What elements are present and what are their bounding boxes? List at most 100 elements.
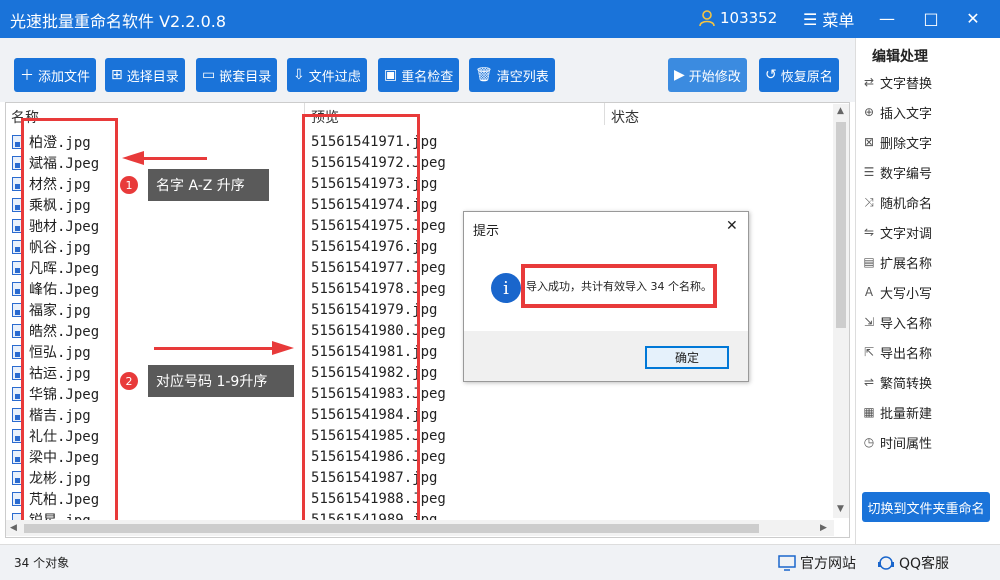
sidebar-item-label: 数字编号 xyxy=(880,166,933,182)
edit-sidebar: 编辑处理 ⇄ 文字替换 ⊕ 插入文字 ⊠ 删除文字 ☰ 数字编号 ⤨ 随机命名 ⇋ 文字对调 ▤ 扩展名称… xyxy=(855,38,1000,544)
arrow-line xyxy=(154,347,274,350)
object-count: 34 个对象 xyxy=(14,556,70,570)
annotation-badge: 2 xyxy=(120,372,138,390)
clear-list-button[interactable]: 🗑 清空列表 xyxy=(469,58,555,92)
rename-check-button[interactable]: ▣ 重名检查 xyxy=(378,58,460,92)
sidebar-item[interactable]: ⊠ 删除文字 xyxy=(862,131,932,153)
sidebar-item-label: 批量新建 xyxy=(880,406,933,422)
import-icon: ⇲ xyxy=(863,315,875,329)
add-file-button[interactable]: ＋ 添加文件 xyxy=(14,58,97,92)
user-id: 103352 xyxy=(720,9,778,27)
arrow-line xyxy=(142,157,207,160)
replace-icon: ⇄ xyxy=(863,75,875,89)
ok-button[interactable]: 确定 xyxy=(645,346,729,369)
window-title: 光速批量重命名软件 V2.2.0.8 xyxy=(10,12,227,31)
vertical-scrollbar[interactable]: ▲ ▼ xyxy=(833,104,849,518)
sidebar-item[interactable]: ⊕ 插入文字 xyxy=(862,101,932,123)
menu-label: 菜单 xyxy=(822,11,855,30)
clear-list-label: 清空列表 xyxy=(496,69,549,85)
scroll-left-icon[interactable]: ◀ xyxy=(10,523,17,533)
undo-icon: ↺ xyxy=(765,67,777,83)
preview-column-highlight xyxy=(302,114,420,528)
sidebar-item[interactable]: ⇲ 导入名称 xyxy=(862,311,932,333)
file-filter-button[interactable]: ⇩ 文件过虑 xyxy=(287,58,367,92)
scroll-right-icon[interactable]: ▶ xyxy=(820,523,827,533)
nested-dir-button[interactable]: ▭ 嵌套目录 xyxy=(196,58,278,92)
horizontal-scrollbar[interactable]: ◀ ▶ xyxy=(6,520,834,536)
sidebar-item-label: 大写小写 xyxy=(880,286,933,302)
column-header-status[interactable]: 状态 xyxy=(611,107,639,127)
user-account[interactable]: 103352 xyxy=(698,9,777,27)
column-divider[interactable] xyxy=(604,103,605,125)
user-icon xyxy=(699,10,715,27)
annotation-badge: 1 xyxy=(120,176,138,194)
sidebar-item[interactable]: A 大写小写 xyxy=(862,281,932,303)
sidebar-item[interactable]: ⇌ 繁简转换 xyxy=(862,371,932,393)
sidebar-item-label: 插入文字 xyxy=(880,106,933,122)
insert-icon: ⊕ xyxy=(863,105,875,119)
trash-icon: 🗑 xyxy=(475,67,493,83)
shuffle-icon: ⤨ xyxy=(864,194,874,209)
scroll-thumb[interactable] xyxy=(24,524,759,533)
start-button[interactable]: ▶ 开始修改 xyxy=(668,58,747,92)
sidebar-item-label: 文字替换 xyxy=(880,76,933,92)
sidebar-item[interactable]: ⇄ 文字替换 xyxy=(862,71,932,93)
sidebar-item[interactable]: ⇱ 导出名称 xyxy=(862,341,932,363)
dialog-title: 提示 xyxy=(473,224,500,239)
scroll-up-icon[interactable]: ▲ xyxy=(837,106,844,116)
headset-icon xyxy=(878,556,894,570)
arrow-left-icon xyxy=(122,151,144,165)
qq-support-link[interactable]: QQ客服 xyxy=(877,553,949,573)
info-icon: i xyxy=(491,273,521,303)
folder-icon: ▭ xyxy=(202,67,216,83)
sidebar-item-label: 繁简转换 xyxy=(880,376,933,392)
extension-icon: ▤ xyxy=(863,255,875,269)
case-icon: A xyxy=(864,285,874,299)
restore-label: 恢复原名 xyxy=(780,69,833,85)
scroll-down-icon[interactable]: ▼ xyxy=(837,504,844,514)
menu-button[interactable]: ☰ 菜单 xyxy=(803,7,854,31)
start-label: 开始修改 xyxy=(688,69,741,85)
sidebar-item-label: 导出名称 xyxy=(880,346,933,362)
convert-icon: ⇌ xyxy=(863,375,875,389)
website-label: 官方网站 xyxy=(800,556,856,572)
sidebar-item-label: 时间属性 xyxy=(880,436,933,452)
sidebar-item[interactable]: ⇋ 文字对调 xyxy=(862,221,932,243)
sidebar-item-label: 删除文字 xyxy=(880,136,933,152)
close-icon[interactable]: ✕ xyxy=(726,218,738,234)
annotation-tip: 名字 A-Z 升序 xyxy=(148,169,269,201)
sidebar-item[interactable]: ▦ 批量新建 xyxy=(862,401,932,423)
maximize-button[interactable]: □ xyxy=(920,7,942,29)
export-icon: ⇱ xyxy=(863,345,875,359)
sidebar-item[interactable]: ▤ 扩展名称 xyxy=(862,251,932,273)
dialog-message: 导入成功，共计有效导入 34 个名称。 xyxy=(521,264,717,308)
switch-folder-rename-button[interactable]: 切换到文件夹重命名 xyxy=(862,492,990,522)
select-dir-button[interactable]: ⊞ 选择目录 xyxy=(105,58,185,92)
monitor-icon xyxy=(778,555,796,571)
sidebar-item[interactable]: ☰ 数字编号 xyxy=(862,161,932,183)
scroll-thumb[interactable] xyxy=(836,122,846,328)
nested-dir-label: 嵌套目录 xyxy=(219,69,272,85)
select-dir-label: 选择目录 xyxy=(126,69,179,85)
swap-icon: ⇋ xyxy=(863,225,875,239)
status-bar: 34 个对象 官方网站 QQ客服 xyxy=(0,544,1000,580)
restore-button[interactable]: ↺ 恢复原名 xyxy=(759,58,839,92)
menu-icon: ☰ xyxy=(803,9,818,29)
title-bar: 光速批量重命名软件 V2.2.0.8 103352 ☰ 菜单 — □ ✕ xyxy=(0,0,1000,38)
minimize-button[interactable]: — xyxy=(876,7,898,29)
sidebar-title: 编辑处理 xyxy=(872,49,928,65)
sidebar-item-label: 导入名称 xyxy=(880,316,933,332)
sidebar-item[interactable]: ⤨ 随机命名 xyxy=(862,191,932,213)
close-button[interactable]: ✕ xyxy=(962,7,984,29)
delete-icon: ⊠ xyxy=(863,135,875,149)
import-dialog: 提示 ✕ i 导入成功，共计有效导入 34 个名称。 确定 xyxy=(463,211,749,382)
name-column-highlight xyxy=(21,118,118,528)
sidebar-item[interactable]: ◷ 时间属性 xyxy=(862,431,932,453)
rename-check-label: 重名检查 xyxy=(401,69,454,85)
filter-icon: ⇩ xyxy=(293,67,305,83)
website-link[interactable]: 官方网站 xyxy=(778,553,856,573)
clock-icon: ◷ xyxy=(863,435,875,449)
play-icon: ▶ xyxy=(674,67,685,83)
toolbar: ＋ 添加文件 ⊞ 选择目录 ▭ 嵌套目录 ⇩ 文件过虑 ▣ 重名检查 🗑 清空列… xyxy=(0,38,855,102)
number-icon: ☰ xyxy=(863,165,875,179)
